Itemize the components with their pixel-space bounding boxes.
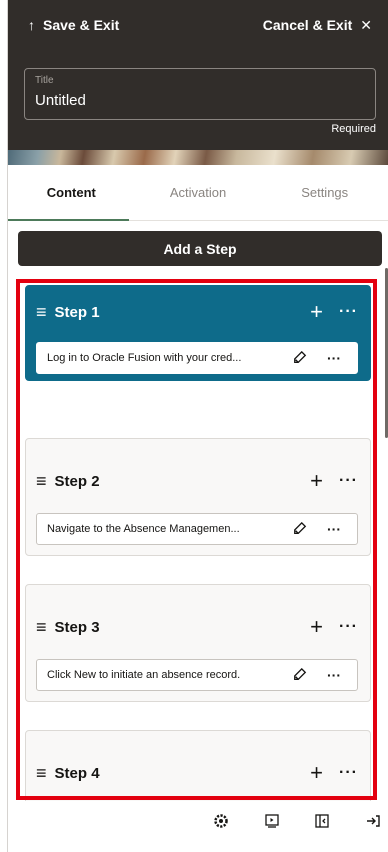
drag-handle-icon[interactable]: ≡	[36, 618, 47, 636]
arrow-up-icon: ↑	[28, 17, 35, 33]
header-actions: ↑ Save & Exit Cancel & Exit ✕	[8, 0, 388, 50]
step-card[interactable]: ≡ Step 4 + ···	[25, 730, 371, 801]
step-header: ≡ Step 4 + ···	[36, 749, 358, 797]
preview-icon[interactable]	[263, 812, 281, 830]
step-action-row[interactable]: Navigate to the Absence Managemen... ···	[36, 513, 358, 545]
step-title: Step 3	[54, 618, 100, 636]
row-more-options-icon[interactable]: ···	[327, 350, 341, 366]
step-header: ≡ Step 1 + ···	[36, 288, 358, 336]
step-header: ≡ Step 2 + ···	[36, 457, 358, 505]
title-input[interactable]: Untitled	[35, 92, 365, 109]
step-action-text: Log in to Oracle Fusion with your cred..…	[47, 352, 242, 364]
drag-handle-icon[interactable]: ≡	[36, 472, 47, 490]
tab-bar: Content Activation Settings	[8, 165, 388, 221]
row-more-options-icon[interactable]: ···	[327, 521, 341, 537]
cancel-exit-button[interactable]: Cancel & Exit ✕	[263, 17, 372, 34]
step-card[interactable]: ≡ Step 3 + ··· Click New to initiate an …	[25, 584, 371, 702]
steps-list: ≡ Step 1 + ··· Log in to Oracle Fusion w…	[20, 283, 380, 801]
title-label: Title	[35, 75, 54, 86]
step-action-text: Click New to initiate an absence record.	[47, 669, 241, 681]
step-card[interactable]: ≡ Step 2 + ··· Navigate to the Absence M…	[25, 438, 371, 556]
tab-content[interactable]: Content	[8, 165, 135, 221]
collapse-panel-icon[interactable]	[313, 812, 331, 830]
step-title: Step 4	[54, 764, 100, 782]
drag-handle-icon[interactable]: ≡	[36, 764, 47, 782]
tab-activation[interactable]: Activation	[135, 165, 262, 220]
row-more-options-icon[interactable]: ···	[327, 667, 341, 683]
exit-icon[interactable]	[364, 812, 382, 830]
more-options-icon[interactable]: ···	[339, 765, 358, 781]
save-exit-button[interactable]: ↑ Save & Exit	[28, 17, 119, 33]
step-header: ≡ Step 3 + ···	[36, 603, 358, 651]
cancel-exit-label: Cancel & Exit	[262, 17, 353, 33]
add-icon[interactable]: +	[310, 301, 323, 323]
title-field[interactable]: Title Untitled	[24, 68, 376, 120]
header-banner-image	[8, 150, 388, 165]
step-action-row[interactable]: Click New to initiate an absence record.…	[36, 659, 358, 691]
edit-icon[interactable]	[293, 522, 307, 536]
add-step-button[interactable]: Add a Step	[18, 231, 382, 266]
more-options-icon[interactable]: ···	[339, 619, 358, 635]
edit-icon[interactable]	[293, 351, 307, 365]
close-icon: ✕	[360, 16, 372, 33]
step-title: Step 2	[54, 472, 100, 490]
add-icon[interactable]: +	[310, 470, 323, 492]
step-action-row[interactable]: Log in to Oracle Fusion with your cred..…	[36, 342, 358, 374]
more-options-icon[interactable]: ···	[339, 304, 358, 320]
step-action-text: Navigate to the Absence Managemen...	[47, 523, 240, 535]
more-options-icon[interactable]: ···	[339, 473, 358, 489]
footer-toolbar	[212, 808, 382, 834]
drag-handle-icon[interactable]: ≡	[36, 303, 47, 321]
add-icon[interactable]: +	[310, 616, 323, 638]
tab-settings[interactable]: Settings	[261, 165, 388, 220]
step-title: Step 1	[54, 303, 100, 321]
left-edge	[0, 0, 8, 852]
save-exit-label: Save & Exit	[43, 17, 120, 33]
required-text: Required	[331, 123, 376, 135]
editor-header: ↑ Save & Exit Cancel & Exit ✕ Title Unti…	[8, 0, 388, 165]
edit-icon[interactable]	[293, 668, 307, 682]
gear-icon[interactable]	[212, 812, 230, 830]
add-icon[interactable]: +	[310, 762, 323, 784]
step-card[interactable]: ≡ Step 1 + ··· Log in to Oracle Fusion w…	[25, 285, 371, 381]
